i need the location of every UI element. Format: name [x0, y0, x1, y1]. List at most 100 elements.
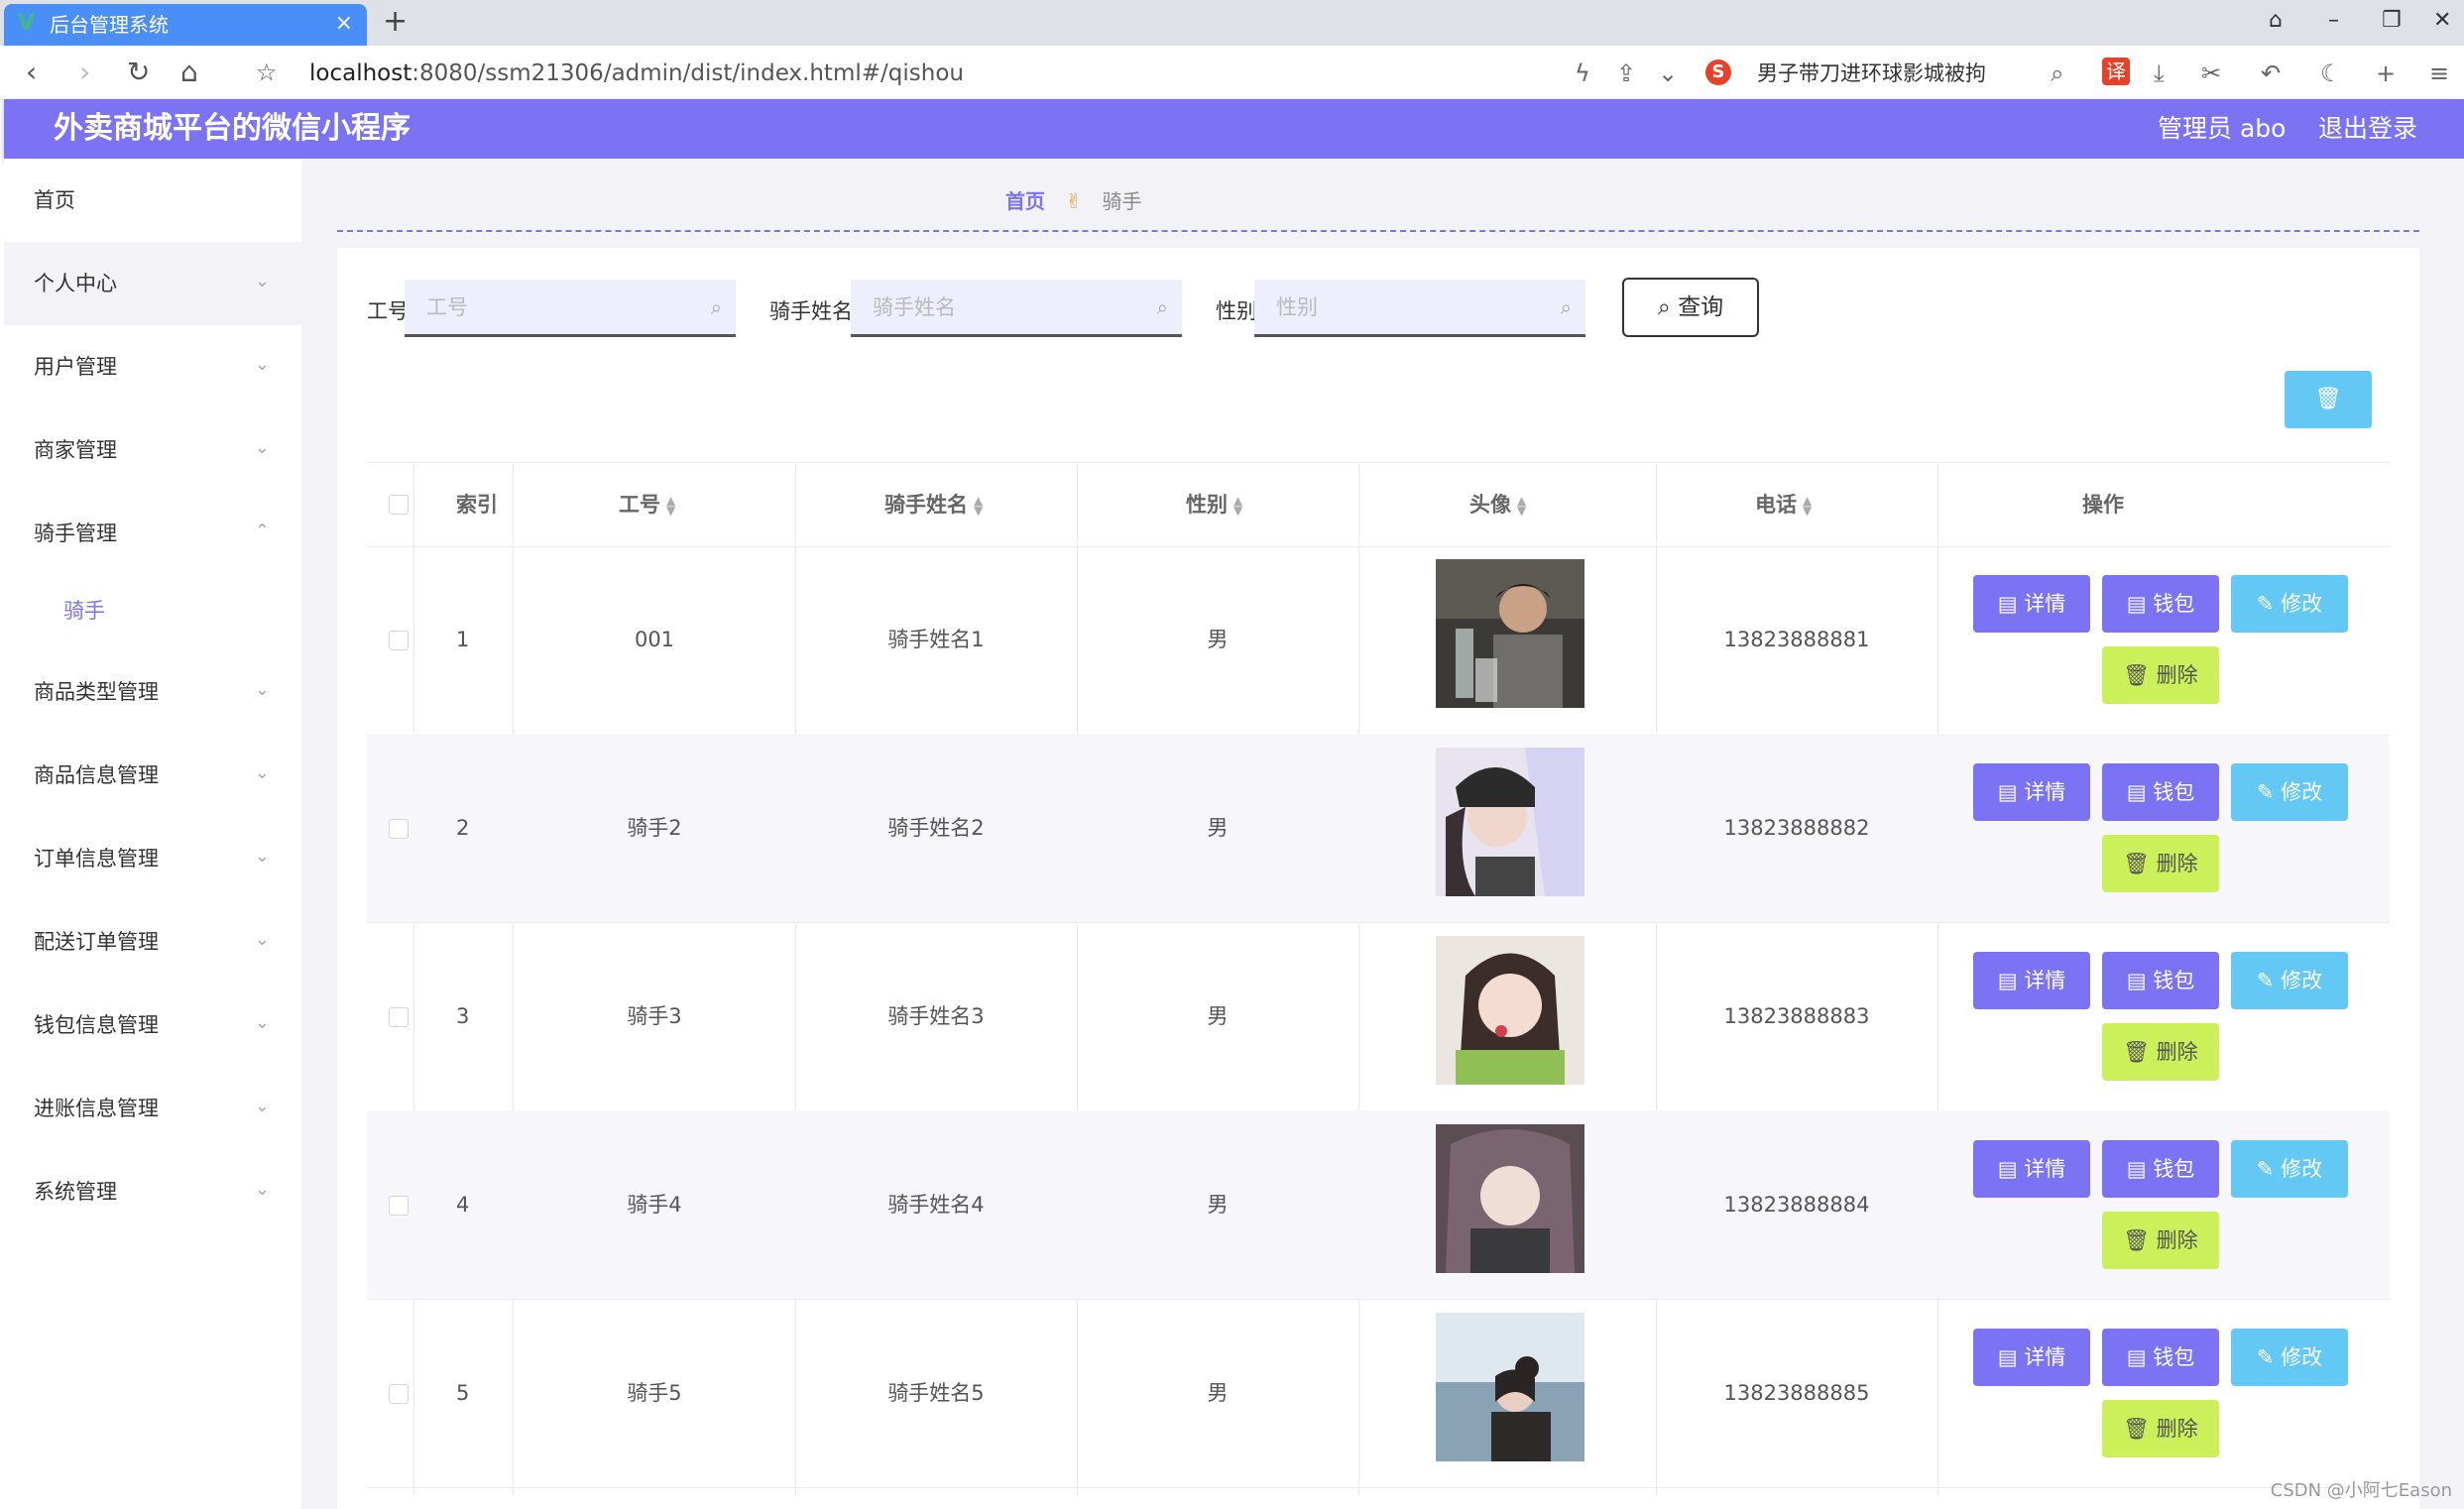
- sidebar-item-products[interactable]: 商品信息管理 ⌄: [4, 734, 301, 817]
- delete-button[interactable]: 🗑 删除: [2102, 835, 2219, 892]
- wallet-button[interactable]: ▤ 钱包: [2102, 1140, 2219, 1198]
- th-gender[interactable]: 性别 ▲ ▼: [1186, 463, 1242, 546]
- detail-button[interactable]: ▤ 详情: [1973, 1329, 2090, 1386]
- delete-button[interactable]: 🗑 删除: [2102, 1023, 2219, 1081]
- back-icon[interactable]: ‹: [26, 58, 37, 87]
- row-checkbox[interactable]: [389, 819, 409, 839]
- cell-gonghao: 骑手2: [627, 816, 682, 840]
- row-checkbox[interactable]: [389, 1196, 409, 1216]
- delete-button[interactable]: 🗑 删除: [2102, 1400, 2219, 1457]
- url-field[interactable]: localhost:8080/ssm21306/admin/dist/index…: [309, 59, 964, 87]
- cell-name: 骑手姓名3: [887, 1004, 985, 1028]
- cell-phone: 13823888884: [1723, 1193, 1870, 1217]
- select-all-checkbox[interactable]: [389, 495, 409, 515]
- row-checkbox[interactable]: [389, 1384, 409, 1404]
- cell-gender: 男: [1207, 1193, 1229, 1217]
- new-tab-icon[interactable]: +: [383, 6, 408, 38]
- edit-button[interactable]: ✎ 修改: [2231, 952, 2348, 1009]
- sidebar-item-wallets[interactable]: 钱包信息管理 ⌄: [4, 984, 301, 1067]
- cell-phone: 13823888881: [1723, 628, 1870, 651]
- close-tab-icon[interactable]: ×: [335, 12, 353, 36]
- menu-icon[interactable]: ≡: [2429, 59, 2449, 87]
- th-phone[interactable]: 电话 ▲ ▼: [1755, 463, 1812, 546]
- avatar: [1436, 936, 1584, 1085]
- cell-gender: 男: [1207, 628, 1229, 651]
- home-icon[interactable]: ⌂: [180, 58, 198, 87]
- star-icon[interactable]: ☆: [256, 58, 278, 87]
- delete-button[interactable]: 🗑 删除: [2102, 646, 2219, 704]
- detail-button[interactable]: ▤ 详情: [1973, 1140, 2090, 1198]
- th-name[interactable]: 骑手姓名 ▲ ▼: [884, 463, 983, 546]
- th-avatar[interactable]: 头像 ▲ ▼: [1469, 463, 1526, 546]
- translate-icon[interactable]: 译: [2102, 58, 2130, 85]
- detail-button[interactable]: ▤ 详情: [1973, 575, 2090, 633]
- sogou-icon: S: [1705, 59, 1731, 85]
- chevron-down-icon: ⌄: [254, 846, 270, 867]
- wallet-button[interactable]: ▤ 钱包: [2102, 1329, 2219, 1386]
- wallet-button[interactable]: ▤ 钱包: [2102, 952, 2219, 1009]
- table-row: 5 骑手5 骑手姓名5 男 13823888885 ▤ 详情 ▤ 钱包 ✎ 修改…: [367, 1299, 2390, 1488]
- search-icon[interactable]: ⌕: [2051, 59, 2063, 87]
- sidebar: 首页 个人中心 ⌄ 用户管理 ⌄ 商家管理 ⌄ 骑手管理 ⌃ 骑手 商品类型管理…: [4, 159, 301, 1509]
- restore-icon[interactable]: ❐: [2382, 8, 2402, 34]
- row-checkbox[interactable]: [389, 1007, 409, 1027]
- chevron-down-icon: ⌄: [254, 1179, 270, 1200]
- sidebar-item-merchants[interactable]: 商家管理 ⌄: [4, 408, 301, 492]
- sidebar-item-system[interactable]: 系统管理 ⌄: [4, 1150, 301, 1233]
- shirt-icon[interactable]: ⌂: [2269, 8, 2283, 34]
- reload-icon[interactable]: ↻: [127, 58, 150, 87]
- download-icon[interactable]: ⤓: [2154, 59, 2165, 87]
- app-title: 外卖商城平台的微信小程序: [54, 111, 411, 146]
- browser-tab-bar: V 后台管理系统 × + ⌂ – ❐ ✕: [0, 0, 2464, 46]
- sidebar-item-product-types[interactable]: 商品类型管理 ⌄: [4, 650, 301, 734]
- tab-title: 后台管理系统: [50, 13, 169, 37]
- forward-icon[interactable]: ›: [79, 58, 90, 87]
- gonghao-input[interactable]: 工号 ⌕: [405, 280, 736, 337]
- scissors-icon[interactable]: ✂: [2201, 59, 2221, 87]
- sidebar-item-riders[interactable]: 骑手管理 ⌃: [4, 492, 301, 575]
- plus-icon[interactable]: +: [2376, 59, 2396, 87]
- minimize-icon[interactable]: –: [2328, 8, 2339, 34]
- edit-button[interactable]: ✎ 修改: [2231, 1329, 2348, 1386]
- wallet-button[interactable]: ▤ 钱包: [2102, 763, 2219, 821]
- edit-button[interactable]: ✎ 修改: [2231, 575, 2348, 633]
- wallet-button[interactable]: ▤ 钱包: [2102, 575, 2219, 633]
- sidebar-item-delivery[interactable]: 配送订单管理 ⌄: [4, 900, 301, 984]
- table-header: 索引 工号 ▲ ▼ 骑手姓名 ▲ ▼ 性别 ▲ ▼ 头像 ▲ ▼ 电话 ▲ ▼ 操作: [367, 462, 2390, 547]
- chevron-down-icon[interactable]: ⌄: [1658, 59, 1678, 87]
- moon-icon[interactable]: ☾: [2320, 59, 2342, 87]
- sidebar-item-users[interactable]: 用户管理 ⌄: [4, 325, 301, 408]
- edit-button[interactable]: ✎ 修改: [2231, 1140, 2348, 1198]
- search-icon: ⌕: [1156, 295, 1168, 319]
- th-gonghao[interactable]: 工号 ▲ ▼: [619, 463, 675, 546]
- lightning-icon[interactable]: ϟ: [1575, 59, 1590, 87]
- cell-gonghao: 001: [634, 628, 675, 651]
- search-suggestion[interactable]: S 男子带刀进环球影城被拘: [1705, 56, 1986, 89]
- close-window-icon[interactable]: ✕: [2433, 8, 2451, 34]
- edit-button[interactable]: ✎ 修改: [2231, 763, 2348, 821]
- cell-gonghao: 骑手5: [627, 1381, 682, 1405]
- sidebar-subitem-rider[interactable]: 骑手: [4, 575, 301, 644]
- share-icon[interactable]: ⇪: [1616, 59, 1636, 87]
- sidebar-item-profile[interactable]: 个人中心 ⌄: [4, 242, 301, 325]
- table-row: 1 001 骑手姓名1 男 13823888881 ▤ 详情 ▤ 钱包 ✎ 修改…: [367, 545, 2390, 735]
- sidebar-item-orders[interactable]: 订单信息管理 ⌄: [4, 817, 301, 900]
- breadcrumb-home[interactable]: 首页: [1005, 189, 1045, 213]
- delete-button[interactable]: 🗑 删除: [2102, 1212, 2219, 1269]
- sidebar-item-home[interactable]: 首页: [4, 159, 301, 242]
- chevron-down-icon: ⌄: [254, 929, 270, 950]
- undo-icon[interactable]: ↶: [2261, 59, 2281, 87]
- browser-tab[interactable]: V 后台管理系统 ×: [4, 4, 367, 46]
- logout-link[interactable]: 退出登录: [2318, 113, 2417, 145]
- name-input[interactable]: 骑手姓名 ⌕: [851, 280, 1182, 337]
- sidebar-item-income[interactable]: 进账信息管理 ⌄: [4, 1067, 301, 1150]
- row-checkbox[interactable]: [389, 631, 409, 650]
- detail-button[interactable]: ▤ 详情: [1973, 763, 2090, 821]
- batch-delete-button[interactable]: 🗑: [2285, 371, 2372, 428]
- gender-input[interactable]: 性别 ⌕: [1254, 280, 1585, 337]
- avatar: [1436, 559, 1584, 708]
- query-button[interactable]: ⌕ 查询: [1622, 278, 1759, 337]
- divider: [337, 230, 2419, 232]
- detail-button[interactable]: ▤ 详情: [1973, 952, 2090, 1009]
- chevron-down-icon: ⌄: [254, 679, 270, 700]
